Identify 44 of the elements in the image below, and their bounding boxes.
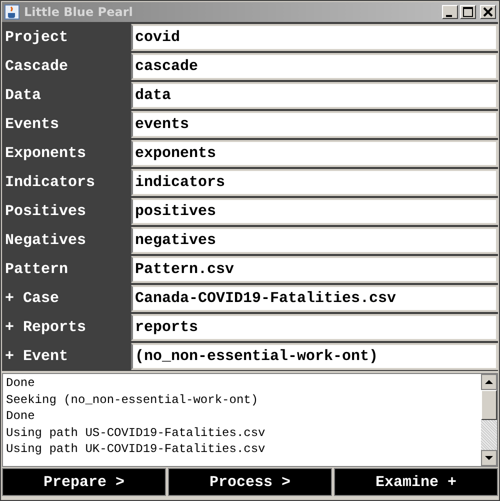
- input-field[interactable]: events: [131, 111, 498, 138]
- input-field[interactable]: data: [131, 82, 498, 109]
- action-button[interactable]: Examine +: [334, 468, 498, 496]
- field-label: Events: [4, 115, 60, 135]
- action-button[interactable]: Prepare >: [2, 468, 166, 496]
- field-label: Cascade: [4, 57, 70, 77]
- input-field[interactable]: Canada-COVID19-Fatalities.csv: [131, 285, 498, 312]
- scroll-up-icon[interactable]: [481, 374, 497, 390]
- log-line: Done: [6, 375, 36, 392]
- cup-icon: [4, 4, 20, 20]
- input-field[interactable]: indicators: [131, 169, 498, 196]
- scrollbar[interactable]: [481, 374, 497, 466]
- input-field[interactable]: exponents: [131, 140, 498, 167]
- minimize-button[interactable]: [442, 5, 458, 19]
- input-field[interactable]: cascade: [131, 53, 498, 80]
- scrollbar-thumb[interactable]: [481, 390, 497, 420]
- log-line: Seeking (no_non-essential-work-ont): [6, 392, 260, 408]
- field-label: + Event: [4, 347, 70, 367]
- field-label: Negatives: [4, 231, 88, 251]
- minimize-icon: [446, 14, 452, 16]
- action-button[interactable]: Process >: [168, 468, 332, 496]
- log-line: Done: [6, 408, 36, 424]
- field-label: + Case: [4, 289, 60, 309]
- maximize-button[interactable]: [460, 5, 476, 19]
- input-field[interactable]: Pattern.csv: [131, 256, 498, 283]
- log-line: Using path US-COVID19-Fatalities.csv: [6, 424, 266, 441]
- input-field[interactable]: (no_non-essential-work-ont): [131, 343, 498, 370]
- field-label: Data: [4, 86, 42, 106]
- close-icon: [483, 7, 493, 17]
- input-field[interactable]: positives: [131, 198, 498, 225]
- field-label: Exponents: [4, 144, 88, 164]
- field-label: Positives: [4, 202, 88, 222]
- maximize-icon: [463, 7, 473, 17]
- field-label: Indicators: [4, 173, 96, 193]
- field-label: Project: [4, 28, 70, 48]
- field-label: + Reports: [4, 318, 88, 338]
- input-field[interactable]: negatives: [131, 227, 498, 254]
- scroll-down-icon[interactable]: [481, 450, 497, 466]
- field-label: Pattern: [4, 260, 70, 280]
- input-field[interactable]: covid: [131, 24, 498, 51]
- log-line: Using path UK-COVID19-Fatalities.csv: [6, 441, 266, 458]
- input-field[interactable]: reports: [131, 314, 498, 341]
- window-title: Little Blue Pearl: [24, 5, 134, 19]
- close-button[interactable]: [480, 5, 496, 19]
